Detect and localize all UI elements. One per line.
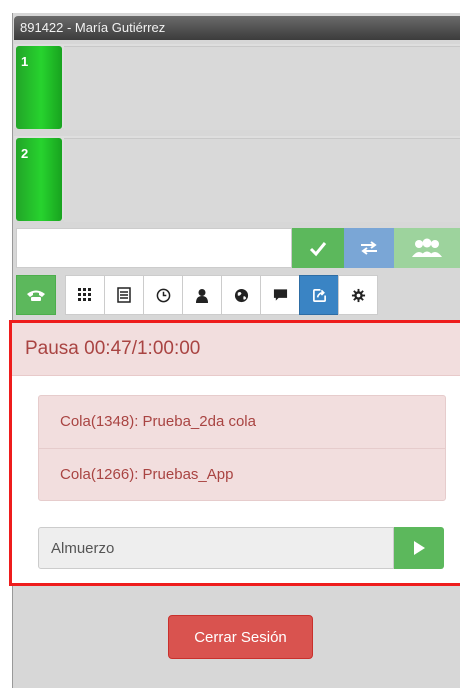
contacts-button[interactable]	[182, 275, 222, 315]
conference-call-button[interactable]	[394, 228, 460, 268]
toolbar	[16, 275, 378, 315]
clock-icon	[156, 288, 170, 302]
queue-list: Cola(1348): Prueba_2da cola Cola(1266): …	[38, 395, 446, 501]
pause-button[interactable]	[299, 275, 339, 315]
line-indicator-1[interactable]: 1	[16, 46, 62, 129]
pause-status: Pausa 00:47/1:00:00	[12, 323, 460, 376]
call-list-button[interactable]	[104, 275, 144, 315]
pause-reason-field[interactable]	[38, 527, 394, 569]
logout-button[interactable]: Cerrar Sesión	[168, 615, 313, 659]
dial-number-input[interactable]	[16, 228, 292, 268]
users-icon	[412, 238, 442, 257]
resume-button[interactable]	[394, 527, 444, 569]
line-number: 1	[21, 54, 29, 69]
phone-button[interactable]	[16, 275, 56, 315]
call-line-2[interactable]: 2	[14, 136, 460, 222]
line-indicator-2[interactable]: 2	[16, 138, 62, 221]
web-button[interactable]	[221, 275, 261, 315]
call-line-1[interactable]: 1	[14, 44, 460, 130]
phone-icon	[27, 290, 45, 301]
list-item: Cola(1348): Prueba_2da cola	[60, 413, 256, 430]
dialpad-icon	[78, 288, 91, 301]
settings-icon	[351, 288, 365, 302]
chat-icon	[273, 289, 287, 301]
pause-panel: Pausa 00:47/1:00:00 Cola(1348): Prueba_2…	[9, 320, 460, 586]
list-item: Cola(1266): Pruebas_App	[39, 448, 445, 501]
settings-button[interactable]	[338, 275, 378, 315]
agent-title: 891422 - María Gutiérrez	[20, 20, 166, 35]
line-number: 2	[21, 146, 29, 161]
transfer-icon	[361, 241, 377, 255]
contact-icon	[196, 288, 208, 303]
chat-button[interactable]	[260, 275, 300, 315]
list-icon	[117, 287, 131, 303]
play-icon	[414, 541, 425, 555]
line-details-1	[64, 46, 460, 130]
check-icon	[309, 242, 327, 257]
accept-call-button[interactable]	[292, 228, 344, 268]
globe-icon	[234, 288, 248, 302]
agent-title-bar: 891422 - María Gutiérrez	[14, 16, 460, 40]
line-details-2	[64, 138, 460, 222]
pause-icon	[312, 288, 326, 302]
dialpad-button[interactable]	[65, 275, 105, 315]
transfer-call-button[interactable]	[344, 228, 394, 268]
history-button[interactable]	[143, 275, 183, 315]
